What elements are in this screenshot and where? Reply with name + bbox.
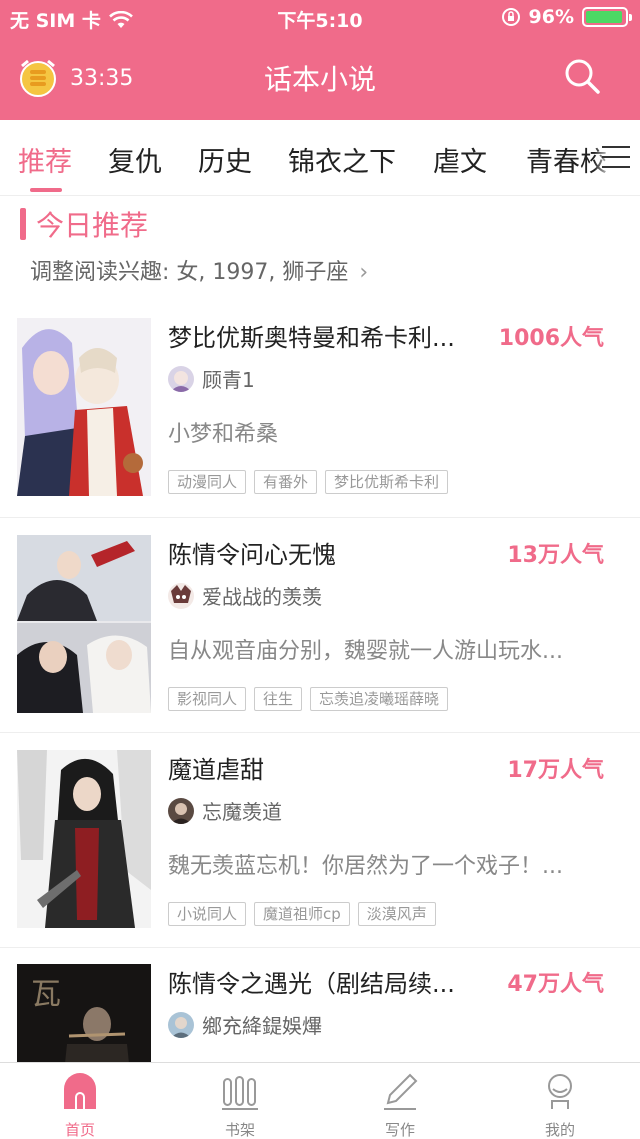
tab-profile[interactable]: 我的 xyxy=(500,1071,620,1139)
svg-text:瓦: 瓦 xyxy=(31,977,61,1012)
book-card[interactable]: 瓦 陈情令之遇光（剧结局续... 47万人气 鄉充絳鍉娛熚 xyxy=(0,964,640,1062)
author-name: 忘魔羡道 xyxy=(202,800,282,824)
section-accent-bar xyxy=(20,208,26,240)
book-tags: 影视同人 往生 忘羡追凌曦瑶薛晓 xyxy=(168,687,449,711)
profile-icon xyxy=(548,1074,572,1109)
book-card[interactable]: 陈情令问心无愧 13万人气 爱战战的羡羡 自从观音庙分别，魏婴就一人游山玩水..… xyxy=(0,535,640,733)
home-icon xyxy=(64,1073,96,1109)
book-description: 魏无羡蓝忘机！你居然为了一个戏子！... xyxy=(168,854,563,879)
author-row: 鄉充絳鍉娛熚 xyxy=(168,1010,322,1039)
book-tag[interactable]: 小说同人 xyxy=(168,902,247,926)
rotation-lock-icon xyxy=(501,8,520,26)
book-card[interactable]: 梦比优斯奥特曼和希卡利... 1006人气 顾青1 小梦和希桑 动漫同人 有番外… xyxy=(0,318,640,518)
book-cover-image: 瓦 xyxy=(17,964,151,1062)
book-description: 自从观音庙分别，魏婴就一人游山玩水... xyxy=(168,639,563,664)
book-tag[interactable]: 往生 xyxy=(254,687,303,711)
tab-write[interactable]: 写作 xyxy=(340,1071,460,1139)
tab-home[interactable]: 首页 xyxy=(20,1071,140,1139)
book-cover-image xyxy=(17,535,151,713)
book-popularity: 47万人气 xyxy=(507,972,604,997)
author-avatar xyxy=(168,582,194,609)
book-tag[interactable]: 有番外 xyxy=(254,470,318,494)
tab-jinyi[interactable]: 锦衣之下 xyxy=(288,140,396,179)
book-tag[interactable]: 忘羡追凌曦瑶薛晓 xyxy=(310,687,449,711)
book-tags: 动漫同人 有番外 梦比优斯希卡利 xyxy=(168,470,449,494)
active-tab-indicator xyxy=(30,188,62,192)
author-name: 顾青1 xyxy=(202,368,255,392)
book-popularity: 17万人气 xyxy=(507,758,604,783)
book-tag[interactable]: 影视同人 xyxy=(168,687,247,711)
adjust-interest-link[interactable]: 调整阅读兴趣: 女, 1997, 狮子座 › xyxy=(30,254,368,286)
status-bar: 无 SIM 卡 下午5:10 96% xyxy=(0,0,640,36)
book-card[interactable]: 魔道虐甜 17万人气 忘魔羡道 魏无羡蓝忘机！你居然为了一个戏子！... 小说同… xyxy=(0,750,640,948)
tab-angst[interactable]: 虐文 xyxy=(433,140,487,179)
bookshelf-icon xyxy=(222,1076,258,1110)
category-menu-icon[interactable] xyxy=(602,146,630,170)
category-tabs: 推荐 复仇 历史 锦衣之下 虐文 青春校 xyxy=(0,120,640,196)
author-name: 爱战战的羡羡 xyxy=(202,585,322,609)
book-tag[interactable]: 淡漠风声 xyxy=(357,902,436,926)
tab-revenge[interactable]: 复仇 xyxy=(108,140,162,179)
tab-bookshelf[interactable]: 书架 xyxy=(180,1071,300,1139)
battery-icon xyxy=(582,7,632,27)
book-description: 小梦和希桑 xyxy=(168,422,279,447)
tab-label: 我的 xyxy=(544,1121,575,1139)
section-title: 今日推荐 xyxy=(36,209,149,242)
book-cover-image xyxy=(17,750,151,928)
search-icon[interactable] xyxy=(562,56,602,96)
book-title: 陈情令问心无愧 xyxy=(168,541,336,569)
author-avatar xyxy=(168,365,194,392)
book-popularity: 13万人气 xyxy=(507,543,604,568)
interest-text: 调整阅读兴趣: 女, 1997, 狮子座 xyxy=(30,260,349,285)
book-title: 陈情令之遇光（剧结局续... xyxy=(168,970,455,998)
app-title: 话本小说 xyxy=(263,63,376,96)
author-avatar xyxy=(168,1011,194,1038)
tab-label: 书架 xyxy=(224,1121,255,1139)
nav-bar: 33:35 话本小说 xyxy=(0,50,640,104)
author-row: 忘魔羡道 xyxy=(168,796,282,825)
section-header: 今日推荐 xyxy=(20,204,148,244)
author-avatar xyxy=(168,797,194,824)
tab-recommend[interactable]: 推荐 xyxy=(18,140,72,179)
author-row: 爱战战的羡羡 xyxy=(168,581,322,610)
book-popularity: 1006人气 xyxy=(498,326,604,351)
book-title: 魔道虐甜 xyxy=(168,756,264,784)
battery-percent: 96% xyxy=(528,6,574,28)
tab-label: 首页 xyxy=(64,1121,95,1139)
tab-history[interactable]: 历史 xyxy=(198,140,252,179)
author-row: 顾青1 xyxy=(168,364,255,393)
book-title: 梦比优斯奥特曼和希卡利... xyxy=(168,324,455,352)
app-header: 无 SIM 卡 下午5:10 96% 33:35 话本小说 xyxy=(0,0,640,120)
pen-icon xyxy=(384,1073,418,1110)
book-tag[interactable]: 梦比优斯希卡利 xyxy=(325,470,449,494)
book-tags: 小说同人 魔道祖师cp 淡漠风声 xyxy=(168,902,436,926)
author-name: 鄉充絳鍉娛熚 xyxy=(202,1014,322,1038)
book-cover-image xyxy=(17,318,151,496)
book-tag[interactable]: 动漫同人 xyxy=(168,470,247,494)
bottom-tab-bar: 首页 书架 写作 我的 xyxy=(0,1062,640,1139)
book-tag[interactable]: 魔道祖师cp xyxy=(254,902,350,926)
chevron-right-icon: › xyxy=(359,260,369,285)
tab-label: 写作 xyxy=(384,1121,415,1139)
